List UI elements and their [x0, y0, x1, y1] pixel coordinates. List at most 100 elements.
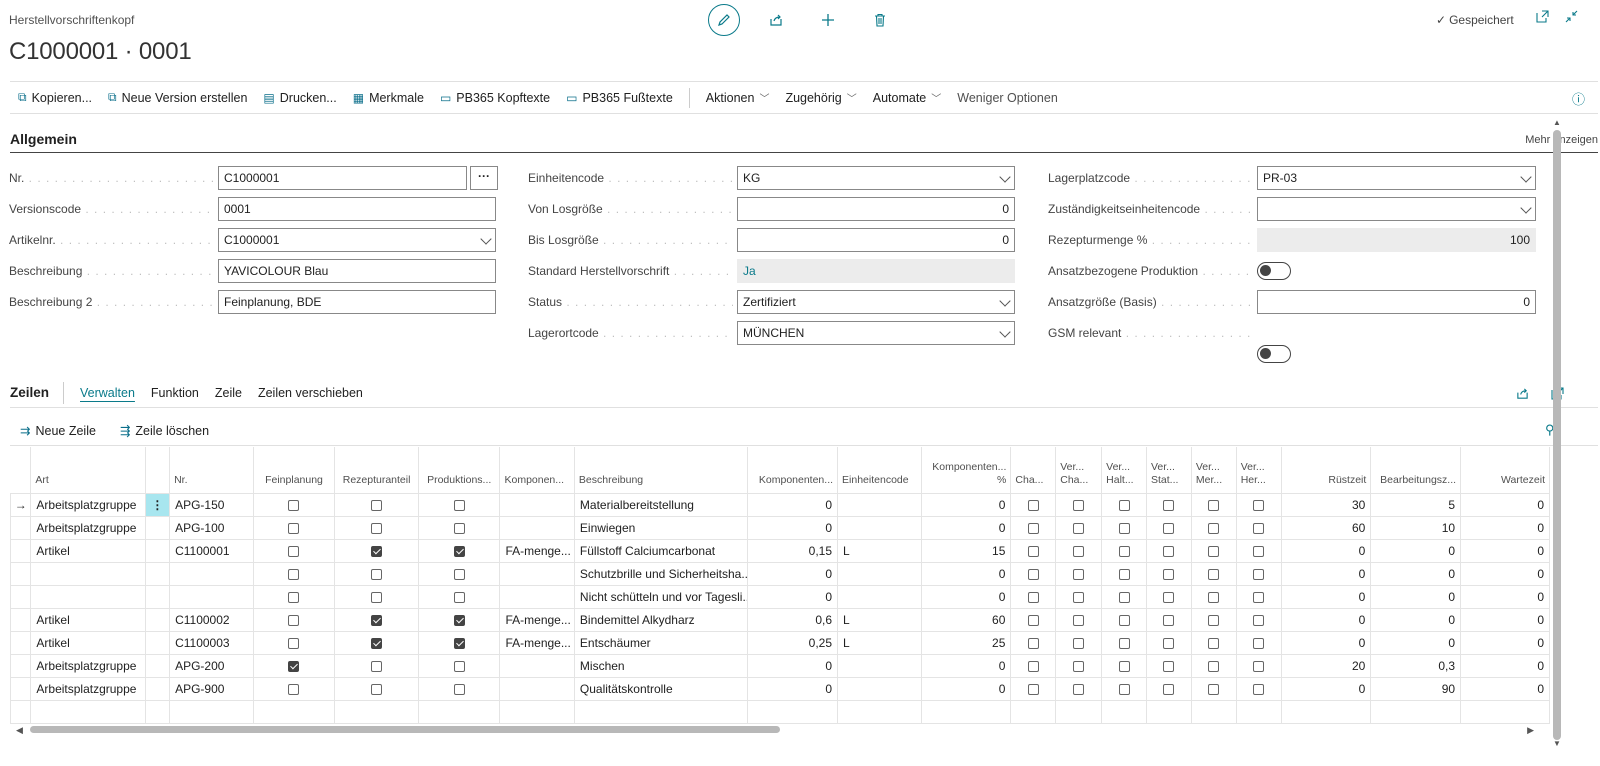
nr-field[interactable]: C1000001 [218, 166, 467, 190]
cell-empty[interactable] [144, 676, 171, 701]
table-row[interactable]: Arbeitsplatzgruppe APG-900 Qualitätskont… [9, 676, 1550, 701]
cell-no[interactable]: APG-100 [169, 515, 254, 540]
cell-flag[interactable] [1190, 515, 1237, 540]
cell-component-pct[interactable]: 0 [920, 515, 1012, 540]
cell-flag[interactable] [1055, 653, 1103, 678]
cell-recipe-share[interactable] [334, 538, 419, 563]
cell-description[interactable]: Nicht schütteln und vor Tagesli... [573, 584, 749, 609]
checkbox[interactable] [1163, 568, 1175, 580]
checkbox[interactable] [1027, 522, 1039, 534]
table-row[interactable]: Artikel C1100001 FA-menge... Füllstoff C… [9, 538, 1550, 563]
cell-empty[interactable] [1055, 699, 1103, 724]
checkbox[interactable] [1208, 614, 1220, 626]
cell-flag[interactable] [1146, 515, 1192, 540]
scroll-thumb[interactable] [30, 726, 780, 733]
cell-fine-planning[interactable] [252, 515, 336, 540]
cell-empty[interactable] [1235, 699, 1282, 724]
cell-setup-time[interactable]: 60 [1280, 515, 1372, 540]
checkbox[interactable] [1253, 522, 1265, 534]
cell-description[interactable]: Einwiegen [573, 515, 749, 540]
delete-icon[interactable] [854, 4, 906, 36]
related-menu[interactable]: Zugehörig ﹀ [777, 82, 864, 113]
cell-flag[interactable] [1010, 584, 1057, 609]
checkbox[interactable] [371, 614, 383, 626]
cell-description[interactable]: Qualitätskontrolle [573, 676, 749, 701]
new-version-button[interactable]: ⧉ Neue Version erstellen [100, 82, 255, 113]
fewer-options-button[interactable]: Weniger Optionen [949, 82, 1066, 113]
cell-flag[interactable] [1190, 653, 1237, 678]
cell-unit[interactable] [837, 515, 922, 540]
cell-flag[interactable] [1146, 630, 1192, 655]
cell-component[interactable]: FA-menge... [499, 630, 575, 655]
cell-empty[interactable] [417, 699, 501, 724]
cell-component-pct[interactable]: 0 [920, 676, 1012, 701]
actions-menu[interactable]: Aktionen ﹀ [698, 82, 778, 113]
checkbox[interactable] [1208, 568, 1220, 580]
cell-component-pct[interactable]: 0 [920, 653, 1012, 678]
table-row[interactable]: → Arbeitsplatzgruppe ⋮ APG-150 Materialb… [9, 492, 1550, 517]
add-icon[interactable] [802, 4, 854, 36]
checkbox[interactable] [453, 499, 465, 511]
cell-component[interactable] [499, 584, 575, 609]
automate-menu[interactable]: Automate ﹀ [865, 82, 950, 113]
cell-flag[interactable] [1055, 538, 1103, 563]
column-header[interactable]: Rüstzeit [1281, 447, 1372, 493]
cell-flag[interactable] [1010, 676, 1057, 701]
cell-unit[interactable]: L [837, 607, 922, 632]
cell-no[interactable]: APG-900 [169, 676, 254, 701]
checkbox[interactable] [371, 591, 383, 603]
column-header[interactable]: Art [30, 447, 146, 493]
cell-wait-time[interactable]: 0 [1460, 492, 1550, 517]
cell-empty[interactable] [9, 699, 32, 724]
cell-component[interactable] [499, 561, 575, 586]
cell-flag[interactable] [1055, 561, 1103, 586]
cell-component[interactable]: FA-menge... [499, 538, 575, 563]
tab-move-lines[interactable]: Zeilen verschieben [258, 382, 363, 404]
cell-fine-planning[interactable] [252, 676, 336, 701]
cell-flag[interactable] [1190, 561, 1237, 586]
column-header[interactable]: Ver... Halt... [1101, 447, 1147, 493]
cell-flag[interactable] [1190, 584, 1237, 609]
cell-flag[interactable] [1101, 630, 1147, 655]
current-row-arrow-icon[interactable]: → [9, 492, 32, 517]
checkbox[interactable] [1027, 614, 1039, 626]
cell-processing-time[interactable]: 90 [1370, 676, 1462, 701]
cell-processing-time[interactable]: 0 [1370, 584, 1462, 609]
cell-recipe-share[interactable] [334, 515, 419, 540]
checkbox[interactable] [1208, 591, 1220, 603]
cell-fine-planning[interactable] [252, 584, 336, 609]
share-icon[interactable] [750, 4, 802, 36]
cell-empty[interactable] [1190, 699, 1237, 724]
cell-flag[interactable] [1235, 515, 1282, 540]
row-selector[interactable] [9, 584, 32, 609]
cell-empty[interactable] [144, 653, 171, 678]
cell-description[interactable]: Materialbereitstellung [573, 492, 749, 517]
column-header[interactable]: Einheitencode [837, 447, 922, 493]
cell-flag[interactable] [1235, 584, 1282, 609]
cell-setup-time[interactable]: 0 [1280, 676, 1372, 701]
cell-component-pct[interactable]: 0 [920, 584, 1012, 609]
checkbox[interactable] [288, 614, 300, 626]
checkbox[interactable] [1073, 522, 1085, 534]
row-selector[interactable] [9, 515, 32, 540]
checkbox[interactable] [371, 683, 383, 695]
checkbox[interactable] [1208, 683, 1220, 695]
cell-flag[interactable] [1055, 676, 1103, 701]
cell-wait-time[interactable]: 0 [1460, 515, 1550, 540]
cell-recipe-share[interactable] [334, 561, 419, 586]
cell-no[interactable]: APG-200 [169, 653, 254, 678]
footer-texts-button[interactable]: ▭ PB365 Fußtexte [558, 82, 681, 113]
cell-recipe-share[interactable] [334, 676, 419, 701]
cell-fine-planning[interactable] [252, 607, 336, 632]
column-header[interactable]: Ver... Mer... [1191, 447, 1237, 493]
cell-flag[interactable] [1235, 561, 1282, 586]
column-header[interactable]: Ver... Stat... [1146, 447, 1192, 493]
cell-flag[interactable] [1101, 653, 1147, 678]
description-2-field[interactable]: Feinplanung, BDE [218, 290, 496, 314]
cell-empty[interactable] [1101, 699, 1147, 724]
checkbox[interactable] [1027, 683, 1039, 695]
checkbox[interactable] [1118, 568, 1130, 580]
cell-flag[interactable] [1190, 630, 1237, 655]
scroll-left-icon[interactable]: ◀ [16, 725, 23, 736]
cell-empty[interactable] [1010, 699, 1057, 724]
